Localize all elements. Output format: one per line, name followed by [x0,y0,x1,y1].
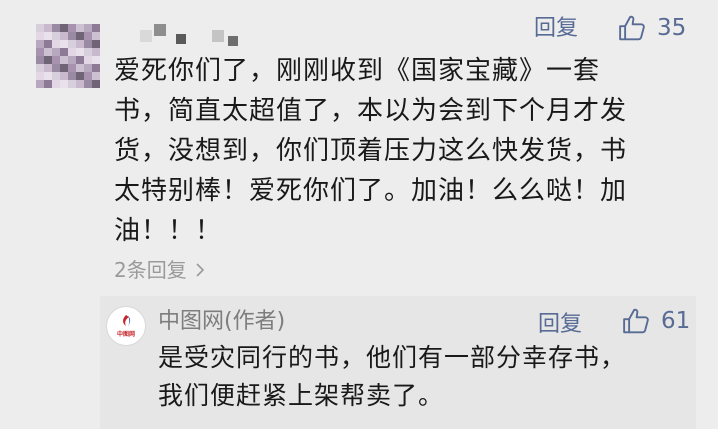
comment-line: 书，简直太超值了，本以为会到下个月才发 [114,96,628,126]
author-reply-button[interactable]: 回复 [538,314,582,336]
author-like-button[interactable]: 61 [621,306,690,336]
chevron-right-icon [196,263,205,277]
author-reply-text: 是受灾同行的书，他们有一部分幸存书， 我们便赶紧上架帮卖了。 [158,339,688,415]
reply-line: 是受灾同行的书，他们有一部分幸存书， [158,343,627,372]
comment-line: 油！！！ [114,216,223,246]
comment-line: 货，没想到，你们顶着压力这么快发货，书 [114,136,628,166]
comment-reply-button[interactable]: 回复 [534,18,578,40]
thumbs-up-icon [619,15,645,41]
comment-like-button[interactable]: 35 [617,13,686,43]
author-like-count: 61 [661,307,691,334]
author-avatar[interactable]: 中图网 [106,306,146,346]
view-replies-link[interactable]: 2条回复 [114,260,205,280]
author-name[interactable]: 中图网(作者) [158,311,285,333]
reply-line: 我们便赶紧上架帮卖了。 [158,381,445,410]
comment-line: 爱死你们了，刚刚收到《国家宝藏》一套 [114,56,601,86]
author-logo-icon [123,315,131,327]
thumbs-up-icon [623,308,649,334]
commenter-name-blurred [140,24,250,46]
author-logo-text: 中图网 [116,331,135,338]
reply-count-label: 2条回复 [114,258,187,282]
commenter-avatar[interactable] [36,24,100,88]
comment-like-count: 35 [657,14,687,41]
comment-line: 太特别棒！爱死你们了。加油！么么哒！加 [114,176,628,206]
comment-text: 爱死你们了，刚刚收到《国家宝藏》一套 书，简直太超值了，本以为会到下个月才发 货… [114,51,670,251]
